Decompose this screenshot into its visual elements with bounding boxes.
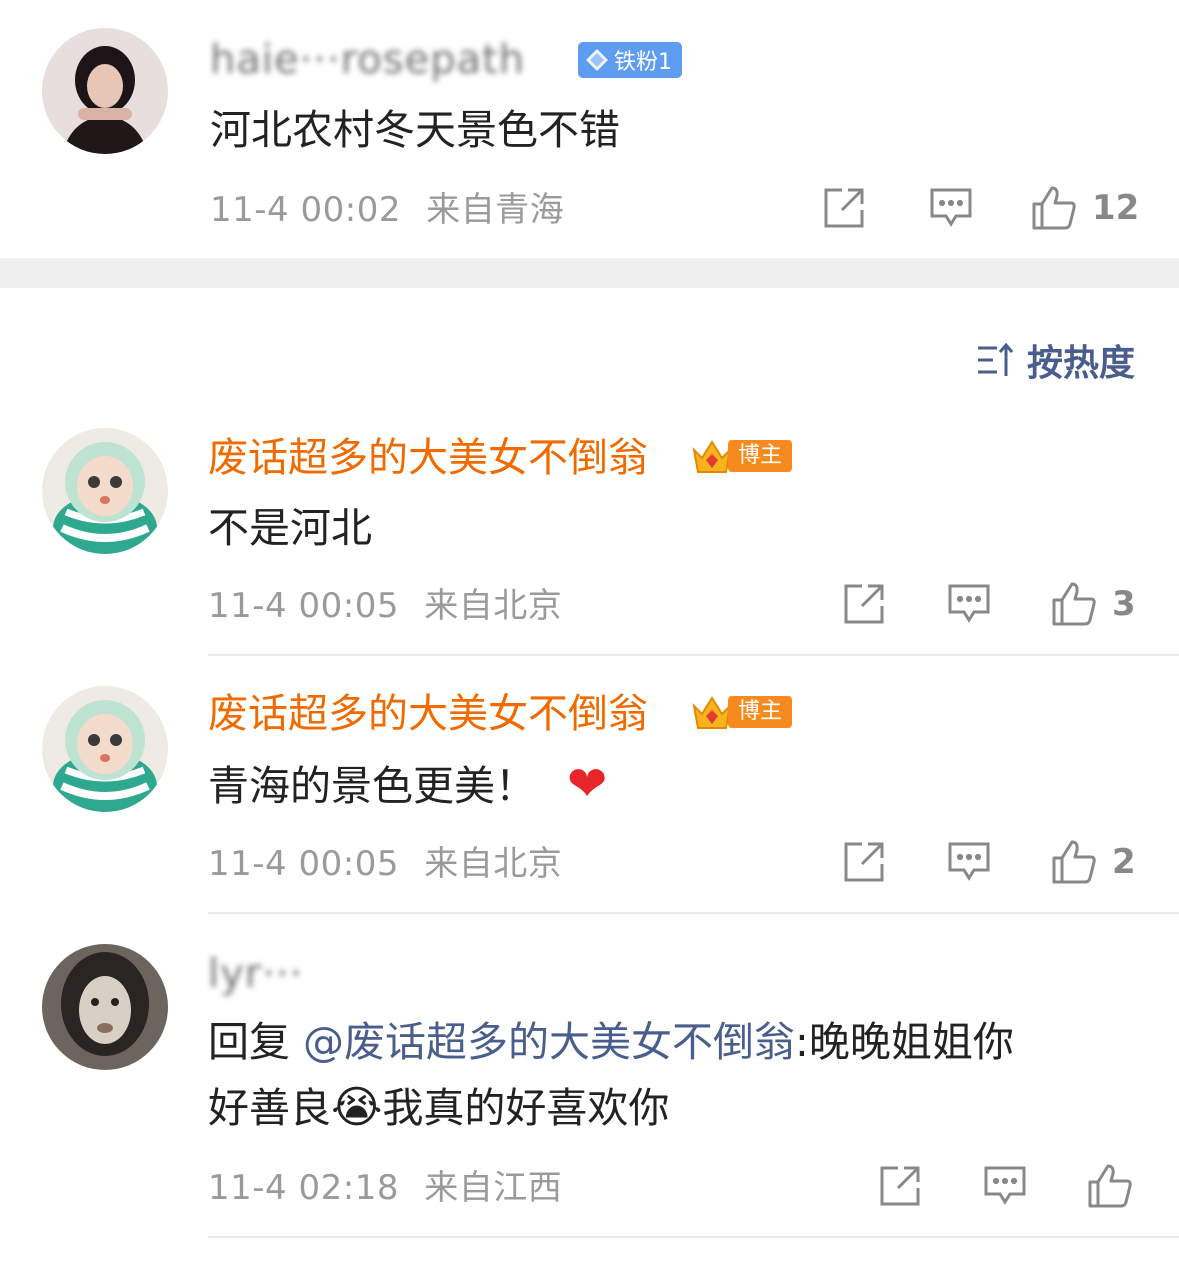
avatar[interactable] — [42, 28, 168, 154]
comment-text: 青海的景色更美！ ❤ — [208, 752, 607, 818]
comment-text-body: 青海的景色更美！ — [208, 762, 536, 810]
comment-source: 来自北京 — [424, 844, 563, 884]
reply-prefix: 回复 — [208, 1018, 304, 1066]
comment-text: 河北农村冬天景色不错 — [210, 106, 620, 154]
username[interactable]: haie···rosepath — [210, 36, 525, 84]
host-badge: 博主 — [690, 694, 793, 730]
comment-icon — [948, 842, 990, 881]
username[interactable]: 废话超多的大美女不倒翁 — [208, 690, 648, 738]
diamond-icon — [586, 49, 608, 71]
avatar[interactable] — [42, 428, 168, 554]
like-button[interactable]: 3 — [1050, 580, 1136, 628]
avatar[interactable] — [42, 686, 168, 812]
comment-button[interactable] — [982, 1162, 1028, 1208]
share-button[interactable] — [840, 838, 888, 886]
sort-toggle[interactable]: 按热度 — [975, 334, 1135, 386]
comment-text-a: 好善良 — [208, 1084, 331, 1132]
share-button[interactable] — [840, 580, 888, 628]
divider — [208, 1236, 1179, 1238]
like-icon — [1088, 1164, 1132, 1208]
share-icon — [844, 584, 884, 624]
comment-source: 来自江西 — [424, 1168, 563, 1208]
avatar[interactable] — [42, 944, 168, 1070]
username[interactable]: 废话超多的大美女不倒翁 — [208, 434, 648, 482]
divider — [208, 654, 1179, 656]
comment-meta: 11-4 00:05 来自北京 — [208, 844, 562, 884]
host-badge-label: 博主 — [728, 440, 793, 472]
comment-source: 来自北京 — [424, 586, 563, 626]
share-icon — [880, 1166, 920, 1206]
fan-badge: 铁粉1 — [578, 42, 682, 78]
comment-meta: 11-4 02:18 来自江西 — [208, 1168, 562, 1208]
comment-text: 不是河北 — [208, 504, 372, 552]
host-badge-label: 博主 — [728, 696, 793, 728]
share-button[interactable] — [876, 1162, 924, 1210]
comment-meta: 11-4 00:05 来自北京 — [208, 586, 562, 626]
like-count: 3 — [1112, 584, 1136, 624]
comment-button[interactable] — [946, 838, 992, 884]
comment-time: 11-4 02:18 — [208, 1168, 399, 1208]
share-icon — [824, 188, 864, 228]
comment-time: 11-4 00:02 — [210, 190, 401, 230]
like-icon — [1032, 186, 1076, 230]
share-icon — [844, 842, 884, 882]
like-button[interactable]: 12 — [1030, 184, 1139, 232]
section-divider — [0, 258, 1179, 288]
comment-time: 11-4 00:05 — [208, 844, 399, 884]
comment-meta: 11-4 00:02 来自青海 — [210, 190, 564, 230]
comment-button[interactable] — [928, 184, 974, 230]
fan-badge-label: 铁粉1 — [614, 50, 672, 75]
comment-text-line1: 回复 @废话超多的大美女不倒翁:晚晚姐姐你 — [208, 1010, 1014, 1074]
comment-icon — [930, 188, 972, 227]
comment-actions: 12 — [820, 184, 1150, 234]
like-button[interactable]: 2 — [1050, 838, 1136, 886]
host-badge: 博主 — [690, 438, 793, 474]
comment-time: 11-4 00:05 — [208, 586, 399, 626]
comment-icon — [948, 584, 990, 623]
comment-text-line2: 好善良😭我真的好喜欢你 — [208, 1076, 669, 1140]
comment-icon — [984, 1166, 1026, 1205]
like-button[interactable] — [1086, 1162, 1148, 1210]
like-icon — [1052, 840, 1096, 884]
heart-emoji: ❤ — [567, 756, 608, 812]
like-count: 2 — [1112, 842, 1136, 882]
comment-text-b: 我真的好喜欢你 — [382, 1084, 670, 1132]
mention-link[interactable]: @废话超多的大美女不倒翁 — [303, 1018, 795, 1066]
comment-actions — [876, 1162, 1166, 1212]
like-count: 12 — [1092, 188, 1140, 228]
crying-emoji: 😭 — [331, 1082, 383, 1133]
username[interactable]: lyr··· — [208, 950, 303, 998]
sort-icon — [978, 342, 1014, 376]
comment-actions: 2 — [840, 838, 1160, 888]
comment-text-rest: :晚晚姐姐你 — [795, 1018, 1014, 1066]
like-icon — [1052, 582, 1096, 626]
comment-button[interactable] — [946, 580, 992, 626]
share-button[interactable] — [820, 184, 868, 232]
comment-actions: 3 — [840, 580, 1160, 630]
comment-source: 来自青海 — [426, 190, 565, 230]
divider — [208, 912, 1179, 914]
sort-label: 按热度 — [1027, 343, 1136, 384]
